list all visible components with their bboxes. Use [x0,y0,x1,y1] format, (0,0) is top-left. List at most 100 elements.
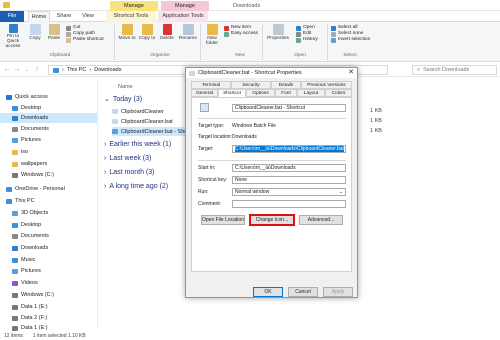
shortcut-key-label: Shortcut key: [198,177,228,183]
copy-to-button[interactable]: Copy to [138,24,156,41]
sidebar-item-data-2-f[interactable]: Data 2 (F:) [0,313,97,323]
close-icon[interactable]: ✕ [348,68,354,78]
group-today[interactable]: ⌄ Today (3) [104,95,142,105]
file-row[interactable]: ClipboardCleaner.bat [112,117,173,126]
context-tab-manage-shortcut[interactable]: Manage [110,1,158,11]
breadcrumb-downloads[interactable]: Downloads [94,67,121,73]
quick-access-toolbar[interactable] [3,2,10,9]
tab-file[interactable]: File [0,11,24,22]
sidebar-item-documents[interactable]: Documents [0,231,97,241]
tab-security[interactable]: Security [231,81,271,89]
move-to-button[interactable]: Move to [118,24,136,41]
breadcrumb-this-pc[interactable]: This PC [67,67,87,73]
cancel-button[interactable]: Cancel [288,287,318,297]
sidebar-item-wallpapers[interactable]: wallpapers [0,159,97,169]
sidebar-item-windows-c[interactable]: Windows (C:) [0,290,97,300]
move-icon [121,24,133,35]
comment-input[interactable] [232,200,346,208]
properties-button[interactable]: Properties [266,24,290,41]
sidebar-item-iso[interactable]: iso [0,147,97,157]
sidebar-item-downloads[interactable]: Downloads [0,113,97,123]
sidebar-item-downloads[interactable]: Downloads [0,243,97,253]
ok-button[interactable]: OK [253,287,283,297]
file-row-selected[interactable]: ClipboardCleaner.bat - Short [112,127,192,136]
sidebar-item-videos[interactable]: Videos [0,278,97,288]
change-icon-button[interactable]: Change Icon... [249,214,295,226]
sidebar-item-music[interactable]: Music [0,255,97,265]
apply-button[interactable]: Apply [323,287,353,297]
search-input[interactable]: ⌕ Search Downloads [412,65,497,75]
tab-previous-versions[interactable]: Previous Versions [301,81,352,89]
sidebar-item-data-1-e[interactable]: Data 1 (E:) [0,302,97,312]
file-name: ClipboardCleaner.bat - Short [121,128,191,135]
group-last-month[interactable]: › Last month (3) [104,168,154,178]
history-label: History [303,37,318,42]
forward-arrow-icon[interactable]: → [13,66,21,74]
select-all-icon [331,25,336,31]
sidebar-item-pictures[interactable]: Pictures [0,135,97,145]
group-clipboard: Clipboard [49,53,71,58]
new-folder-label: New folder [206,36,218,46]
back-arrow-icon[interactable]: ← [3,66,11,74]
tab-layout[interactable]: Layout [297,89,325,97]
start-in-input[interactable]: C:\Users\m__la\Downloads [232,164,346,172]
easy-access-button[interactable]: Easy access [224,31,258,37]
tab-share[interactable]: Share [53,11,75,22]
pin-quick-access-button[interactable]: Pin to Quick access [2,24,24,49]
shortcut-key-input[interactable]: None [232,176,346,184]
tab-shortcut[interactable]: Shortcut [218,89,246,97]
paste-shortcut-button[interactable]: Paste shortcut [66,37,104,43]
rename-button[interactable]: Rename [178,24,198,41]
copy-to-label: Copy to [138,36,156,41]
tab-application-tools[interactable]: Application Tools [158,11,208,22]
context-tab-manage-application[interactable]: Manage [161,1,209,11]
sidebar-item-documents[interactable]: Documents [0,124,97,134]
tab-colors[interactable]: Colors [325,89,352,97]
properties-icon [272,24,284,35]
paste-icon [48,24,60,35]
dialog-title-bar[interactable]: ClipboardCleaner.bat - Shortcut Properti… [186,68,357,78]
shortcut-name-field[interactable]: ClipboardCleaner.bat - Shortcut [232,104,346,112]
sidebar-item-this-pc[interactable]: This PC [0,196,97,206]
sidebar-item-desktop[interactable]: Desktop [0,220,97,230]
paste-shortcut-label: Paste shortcut [73,37,104,42]
search-placeholder: Search Downloads [423,67,470,73]
recent-chevron-icon[interactable]: ⌄ [23,66,31,74]
tab-view[interactable]: View [78,11,98,22]
tab-font[interactable]: Font [275,89,297,97]
history-button[interactable]: History [296,37,318,43]
up-arrow-icon[interactable]: ↑ [33,66,41,74]
tab-terminal[interactable]: Terminal [191,81,231,89]
sidebar-item-quick-access[interactable]: Quick access [0,92,97,102]
group-earlier-this-week[interactable]: › Earlier this week (1) [104,140,171,150]
open-file-location-button[interactable]: Open File Location [201,215,245,225]
target-type-label: Target type: [198,123,225,129]
tab-options[interactable]: Options [246,89,275,97]
tab-home[interactable]: Home [28,11,50,22]
delete-button[interactable]: Delete [158,24,176,41]
target-input[interactable]: C:\Users\m__la\Downloads\ClipboardCleane… [232,145,346,153]
sidebar-item-onedrive-personal[interactable]: OneDrive - Personal [0,184,97,194]
sidebar-item-windows-c[interactable]: Windows (C:) [0,170,97,180]
tab-shortcut-tools[interactable]: Shortcut Tools [106,11,156,22]
delete-label: Delete [160,36,174,41]
file-row[interactable]: ClipboardCleaner [112,107,164,116]
copy-button[interactable]: Copy [27,24,43,41]
new-folder-button[interactable]: New folder [203,24,221,46]
sidebar-item-desktop[interactable]: Desktop [0,103,97,113]
sidebar-item-3d-objects[interactable]: 3D Objects [0,208,97,218]
invert-selection-button[interactable]: Invert selection [331,37,370,43]
run-select[interactable]: Normal window ⌄ [232,188,346,196]
column-header-name[interactable]: Name [118,82,133,92]
group-long-ago[interactable]: › A long time ago (2) [104,182,168,192]
group-new: New [235,53,245,58]
group-last-month-label: Last month (3) [109,169,155,176]
paste-button[interactable]: Paste [46,24,62,41]
sidebar-item-label: Windows (C:) [21,292,55,298]
tab-details[interactable]: Details [271,81,301,89]
group-last-week[interactable]: › Last week (3) [104,154,151,164]
tab-general[interactable]: General [191,89,218,97]
sidebar-item-pictures[interactable]: Pictures [0,266,97,276]
scissors-icon [66,25,71,31]
advanced-button[interactable]: Advanced... [299,215,343,225]
